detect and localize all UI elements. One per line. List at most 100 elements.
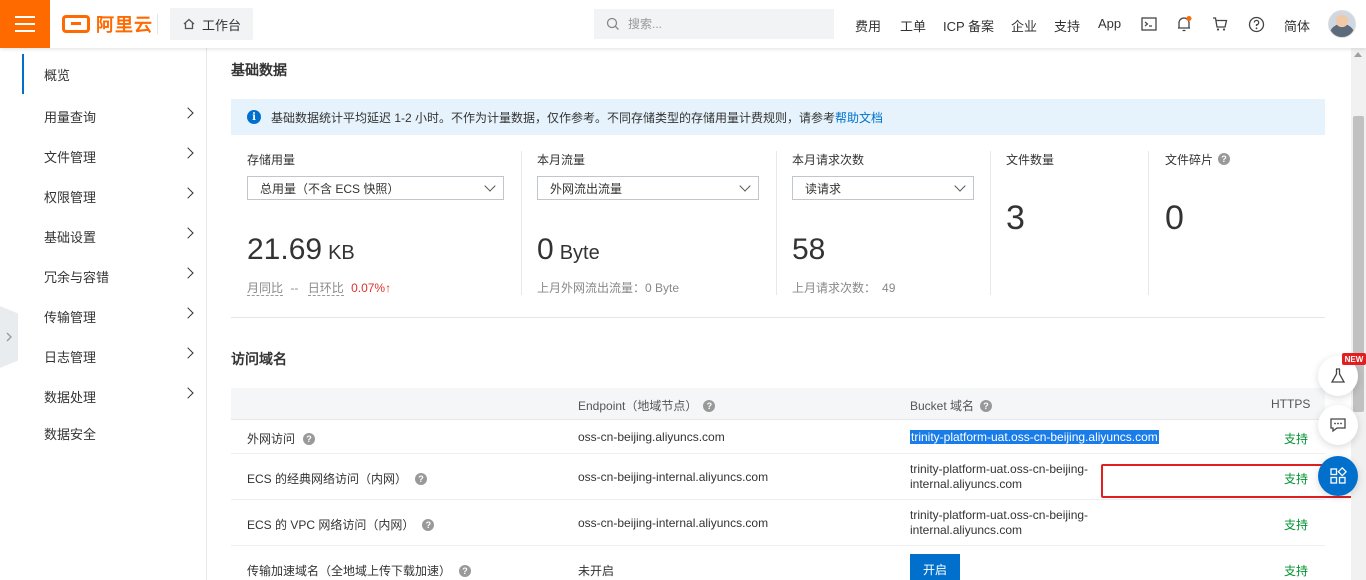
bucket-domain[interactable]: trinity-platform-uat.oss-cn-beijing.aliy… bbox=[910, 430, 1159, 444]
nav-billing[interactable]: 费用 bbox=[855, 16, 881, 35]
top-bar: 阿里云 工作台 费用 工单 ICP 备案 企业 支持 App 简体 bbox=[0, 0, 1366, 48]
help-icon[interactable]: ? bbox=[422, 518, 435, 531]
chevron-down-icon bbox=[484, 180, 496, 192]
menu-icon[interactable] bbox=[0, 0, 50, 48]
sidebar-item-overview[interactable]: 概览 bbox=[22, 54, 206, 94]
chevron-down-icon bbox=[739, 180, 751, 192]
search-input[interactable] bbox=[628, 17, 808, 31]
header-bucket: Bucket 域名? bbox=[910, 397, 993, 414]
chevron-right-icon bbox=[6, 332, 12, 342]
sidebar-item-label: 数据安全 bbox=[44, 426, 97, 442]
nav-enterprise[interactable]: 企业 bbox=[1011, 16, 1037, 35]
sidebar-item-transfer[interactable]: 传输管理 bbox=[22, 296, 206, 336]
https-support: 支持 bbox=[1284, 432, 1309, 446]
help-icon[interactable]: ? bbox=[703, 399, 716, 412]
mom-label: 月同比 bbox=[247, 281, 284, 296]
access-type: 传输加速域名（全地域上传下载加速）? bbox=[247, 562, 472, 579]
select-value: 总用量（不含 ECS 快照） bbox=[260, 181, 400, 196]
terminal-icon[interactable] bbox=[1139, 14, 1159, 34]
aliyun-logo-mark bbox=[62, 15, 90, 33]
divider bbox=[157, 14, 158, 34]
divider bbox=[776, 151, 777, 295]
endpoint-value: oss-cn-beijing.aliyuncs.com bbox=[578, 430, 725, 444]
sidebar-item-label: 用量查询 bbox=[44, 109, 97, 125]
requests-last-month: 上月请求次数： 49 bbox=[792, 281, 896, 295]
section-divider bbox=[231, 317, 1325, 318]
request-type-select[interactable]: 读请求 bbox=[792, 176, 974, 200]
info-notice: i 基础数据统计平均延迟 1-2 小时。不作为计量数据，仅作参考。不同存储类型的… bbox=[231, 99, 1325, 135]
chevron-right-icon bbox=[182, 227, 194, 239]
sidebar-item-basic-settings[interactable]: 基础设置 bbox=[22, 216, 206, 256]
language-switch[interactable]: 简体 bbox=[1284, 16, 1310, 35]
nav-ticket[interactable]: 工单 bbox=[900, 16, 926, 35]
divider bbox=[1148, 151, 1149, 295]
cart-icon[interactable] bbox=[1210, 14, 1230, 34]
sidebar-collapse-handle[interactable] bbox=[0, 306, 18, 368]
requests-value: 58 bbox=[792, 233, 826, 266]
fragments-value: 0 bbox=[1165, 199, 1184, 237]
main-content: 基础数据 i 基础数据统计平均延迟 1-2 小时。不作为计量数据，仅作参考。不同… bbox=[207, 48, 1351, 580]
sidebar-item-label: 概览 bbox=[44, 67, 71, 83]
sidebar: 概览 用量查询 文件管理 权限管理 基础设置 冗余与容错 传输管理 日志管理 数… bbox=[0, 48, 207, 580]
traffic-last-month: 上月外网流出流量：0 Byte bbox=[537, 281, 680, 295]
bell-icon[interactable] bbox=[1174, 14, 1194, 34]
sidebar-item-data-security[interactable]: 数据安全 bbox=[22, 413, 206, 453]
apps-button[interactable] bbox=[1318, 456, 1358, 496]
traffic-value: 0 Byte bbox=[537, 233, 600, 266]
endpoint-value: 未开启 bbox=[578, 564, 615, 578]
sidebar-item-permissions[interactable]: 权限管理 bbox=[22, 176, 206, 216]
fragments-label: 文件碎片? bbox=[1165, 151, 1231, 167]
help-icon[interactable] bbox=[1246, 14, 1266, 34]
header-https: HTTPS bbox=[1271, 397, 1311, 411]
mom-value: -- bbox=[290, 281, 299, 295]
endpoint-value: oss-cn-beijing-internal.aliyuncs.com bbox=[578, 470, 769, 484]
new-badge: NEW bbox=[1342, 353, 1366, 365]
table-row: 外网访问? oss-cn-beijing.aliyuncs.com trinit… bbox=[231, 420, 1325, 454]
nav-icp[interactable]: ICP 备案 bbox=[943, 16, 994, 35]
dod-label: 日环比 bbox=[307, 281, 344, 296]
help-doc-link[interactable]: 帮助文档 bbox=[835, 111, 883, 125]
storage-comparison: 月同比 -- 日环比 0.07%↑ bbox=[247, 279, 391, 296]
domains-title: 访问域名 bbox=[231, 351, 287, 367]
help-icon[interactable]: ? bbox=[980, 399, 993, 412]
workbench-button[interactable]: 工作台 bbox=[170, 8, 253, 40]
https-support: 支持 bbox=[1284, 518, 1309, 532]
traffic-type-select[interactable]: 外网流出流量 bbox=[537, 176, 759, 200]
nav-support[interactable]: 支持 bbox=[1054, 16, 1080, 35]
sidebar-item-label: 传输管理 bbox=[44, 309, 97, 325]
header-endpoint: Endpoint（地域节点）? bbox=[578, 397, 716, 414]
access-type: ECS 的经典网络访问（内网）? bbox=[247, 470, 428, 487]
endpoint-value: oss-cn-beijing-internal.aliyuncs.com bbox=[578, 516, 769, 530]
sidebar-item-usage[interactable]: 用量查询 bbox=[22, 96, 206, 136]
help-icon[interactable]: ? bbox=[303, 432, 316, 445]
chevron-down-icon bbox=[954, 180, 966, 192]
workbench-label: 工作台 bbox=[202, 17, 242, 33]
help-icon[interactable]: ? bbox=[1218, 153, 1231, 165]
aliyun-logo[interactable]: 阿里云 bbox=[62, 12, 153, 36]
help-icon[interactable]: ? bbox=[415, 472, 428, 485]
storage-type-select[interactable]: 总用量（不含 ECS 快照） bbox=[247, 176, 504, 200]
table-row: ECS 的 VPC 网络访问（内网）? oss-cn-beijing-inter… bbox=[231, 500, 1325, 546]
sidebar-item-label: 权限管理 bbox=[44, 189, 97, 205]
sidebar-item-data-processing[interactable]: 数据处理 bbox=[22, 376, 206, 416]
select-value: 外网流出流量 bbox=[550, 181, 623, 196]
enable-acceleration-button[interactable]: 开启 bbox=[910, 554, 960, 580]
domains-table-header: Endpoint（地域节点）? Bucket 域名? HTTPS bbox=[231, 388, 1325, 420]
sidebar-item-files[interactable]: 文件管理 bbox=[22, 136, 206, 176]
sidebar-item-redundancy[interactable]: 冗余与容错 bbox=[22, 256, 206, 296]
traffic-card: 本月流量 bbox=[537, 151, 585, 167]
scroll-up-icon[interactable] bbox=[1354, 52, 1362, 57]
file-count-card: 文件数量 bbox=[1006, 151, 1054, 167]
chevron-right-icon bbox=[182, 107, 194, 119]
notice-text: 基础数据统计平均延迟 1-2 小时。不作为计量数据，仅作参考。不同存储类型的存储… bbox=[271, 110, 884, 125]
user-avatar[interactable] bbox=[1328, 10, 1356, 38]
table-row: ECS 的经典网络访问（内网）? oss-cn-beijing-internal… bbox=[231, 454, 1325, 500]
nav-app[interactable]: App bbox=[1098, 16, 1121, 31]
search-box[interactable] bbox=[594, 9, 834, 39]
traffic-label: 本月流量 bbox=[537, 152, 586, 167]
sidebar-item-logs[interactable]: 日志管理 bbox=[22, 336, 206, 376]
storage-usage-value: 21.69 KB bbox=[247, 233, 355, 266]
feedback-button[interactable] bbox=[1318, 405, 1358, 445]
apps-grid-icon bbox=[1330, 467, 1347, 484]
help-icon[interactable]: ? bbox=[459, 564, 472, 577]
